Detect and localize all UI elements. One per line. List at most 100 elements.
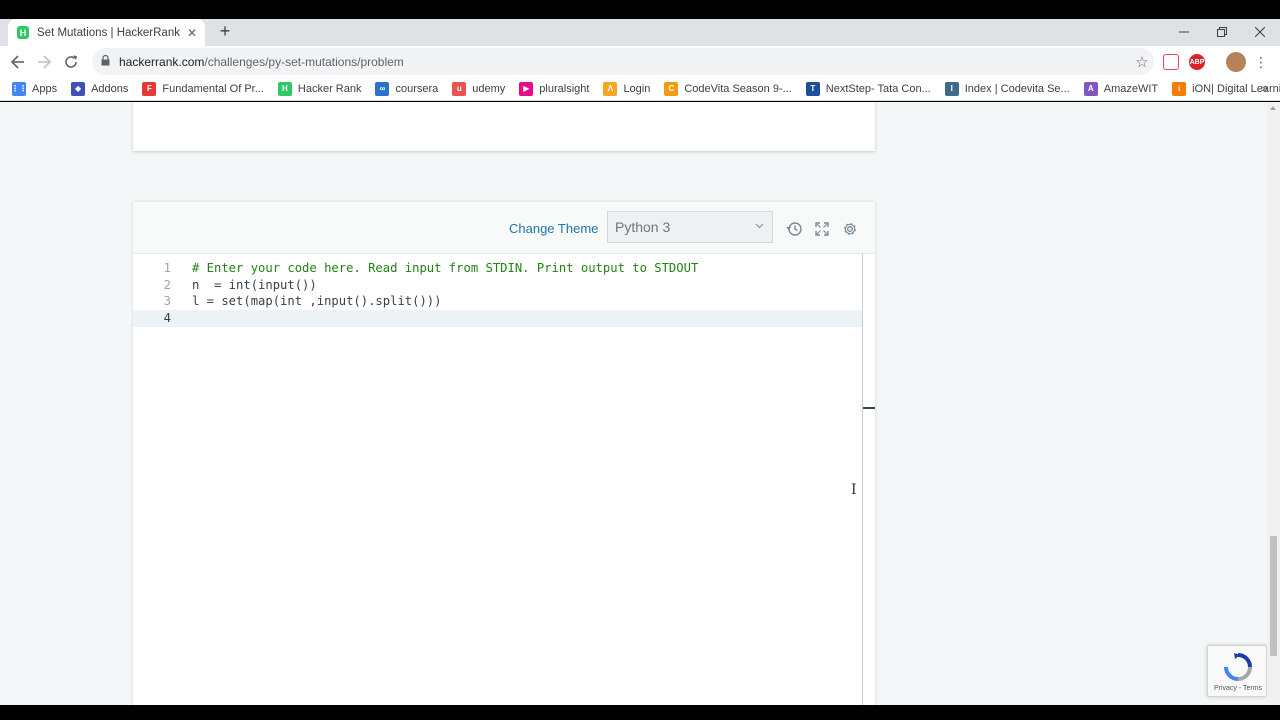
minimize-icon	[1179, 31, 1189, 33]
pluralsight-icon: ▶	[519, 81, 534, 96]
code-text: n = int(input())	[192, 277, 317, 292]
bookmark-addons[interactable]: ◆ Addons	[71, 81, 129, 96]
code-text: # Enter your code here. Read input from …	[192, 261, 699, 275]
bookmark-label: udemy	[472, 82, 506, 95]
login-icon: Λ	[603, 81, 618, 96]
tab-active[interactable]: H Set Mutations | HackerRank ✕	[8, 19, 205, 46]
tab-title: Set Mutations | HackerRank	[37, 26, 180, 39]
recaptcha-footer[interactable]: Privacy - Terms	[1208, 685, 1268, 692]
bookmark-codevita[interactable]: C CodeVita Season 9-...	[664, 81, 792, 96]
code-editor-panel: Change Theme Python 3 1 # Enter your code…	[133, 202, 875, 705]
bookmark-label: AmazeWIT	[1103, 82, 1159, 95]
coursera-icon: ∞	[375, 81, 390, 96]
hackerrank-favicon-icon: H	[17, 26, 29, 39]
lock-icon	[101, 54, 115, 69]
new-tab-button[interactable]: +	[216, 22, 234, 41]
profile-avatar[interactable]	[1226, 52, 1246, 72]
bookmarks-bar: ⋮⋮ Apps ◆ Addons F Fundamental Of Pr... H Hacke…	[0, 77, 1280, 101]
window-bottom-bar	[0, 705, 1280, 720]
bookmark-star-icon[interactable]: ☆	[1130, 53, 1154, 71]
line-number: 1	[163, 261, 171, 275]
arrow-right-icon	[38, 55, 51, 69]
forward-button[interactable]	[33, 51, 55, 73]
chevron-down-icon	[755, 221, 764, 231]
bookmark-label: Login	[623, 82, 651, 95]
editor-overview-marker	[863, 407, 875, 409]
ion-icon: i	[1172, 81, 1187, 96]
code-line[interactable]: 3 l = set(map(int ,input().split()))	[133, 293, 862, 310]
bookmark-hackerrank[interactable]: H Hacker Rank	[277, 81, 362, 96]
close-window-button[interactable]	[1242, 21, 1278, 43]
bookmark-label: NextStep- Tata Con...	[825, 82, 931, 95]
minimize-button[interactable]	[1166, 21, 1202, 43]
addons-icon: ◆	[71, 81, 86, 96]
fullscreen-icon[interactable]	[813, 220, 831, 238]
change-theme-link[interactable]: Change Theme	[509, 221, 598, 236]
line-number: 3	[163, 294, 171, 309]
line-number: 4	[163, 310, 171, 325]
code-line[interactable]: 4	[133, 309, 862, 327]
bookmark-label: Hacker Rank	[297, 82, 362, 95]
udemy-icon: u	[452, 81, 467, 96]
page-scrollbar[interactable]	[1267, 102, 1280, 705]
editor-vertical-ruler	[862, 254, 863, 705]
adblock-extension-icon[interactable]: ABP	[1189, 54, 1205, 70]
bookmark-pluralsight[interactable]: ▶ pluralsight	[519, 81, 590, 96]
more-bookmarks-icon[interactable]: »	[1261, 81, 1268, 95]
reload-icon	[65, 55, 77, 68]
restore-icon	[1217, 27, 1227, 37]
arrow-left-icon	[11, 55, 24, 69]
bookmark-label: Index | Codevita Se...	[964, 82, 1070, 95]
scrollbar-thumb[interactable]	[1270, 536, 1277, 656]
bookmark-label: pluralsight	[539, 82, 590, 95]
bookmark-label: CodeVita Season 9-...	[684, 82, 792, 95]
text-cursor-icon: I	[851, 482, 857, 498]
hackerrank-icon: H	[277, 81, 292, 96]
tata-icon: T	[805, 81, 820, 96]
close-icon	[1255, 27, 1265, 37]
code-text: l = set(map(int ,input().split()))	[192, 294, 442, 309]
editor-toolbar: Change Theme Python 3	[133, 202, 875, 254]
problem-card-bottom	[133, 102, 875, 151]
bookmark-apps-grid[interactable]: ⋮⋮ Apps	[11, 81, 58, 96]
line-number: 2	[163, 277, 171, 292]
bookmark-label: Apps	[32, 82, 58, 95]
bookmark-label: Fundamental Of Pr...	[162, 82, 264, 95]
bookmark-udemy[interactable]: u udemy	[452, 81, 506, 96]
amazewit-icon: A	[1083, 81, 1098, 96]
index-icon: I	[944, 81, 959, 96]
fundamental-icon: F	[142, 81, 157, 96]
restore-code-history-icon[interactable]	[785, 220, 803, 238]
recaptcha-logo-icon	[1224, 653, 1252, 681]
reload-button[interactable]	[60, 51, 82, 73]
editor-settings-gear-icon[interactable]	[841, 220, 859, 238]
bookmark-label: Addons	[91, 82, 129, 95]
code-line[interactable]: 2 n = int(input())	[133, 277, 862, 294]
tab-strip: H Set Mutations | HackerRank ✕ +	[0, 19, 1280, 46]
browser-menu-icon[interactable]: ⋮	[1254, 52, 1268, 72]
bookmark-tata[interactable]: T NextStep- Tata Con...	[805, 81, 931, 96]
codevita-icon: C	[664, 81, 679, 96]
tab-close-icon[interactable]: ✕	[183, 24, 201, 42]
page-content: Change Theme Python 3 1 # Enter your code…	[0, 102, 1280, 705]
url-text: hackerrank.com/challenges/py-set-mutatio…	[119, 55, 1130, 69]
code-line[interactable]: 1 # Enter your code here. Read input from…	[133, 260, 862, 277]
code-editor[interactable]: 1 # Enter your code here. Read input from…	[133, 254, 875, 705]
scroll-up-arrow-icon[interactable]	[1270, 106, 1276, 110]
back-button[interactable]	[7, 51, 29, 73]
bookmark-coursera[interactable]: ∞ coursera	[375, 81, 439, 96]
language-select-value: Python 3	[615, 219, 671, 235]
browser-toolbar: hackerrank.com/challenges/py-set-mutatio…	[0, 46, 1280, 77]
apps-grid-icon: ⋮⋮	[11, 81, 27, 96]
pocket-extension-icon[interactable]	[1163, 54, 1179, 70]
bookmark-label: coursera	[395, 82, 439, 95]
bookmark-amazewit[interactable]: A AmazeWIT	[1083, 81, 1159, 96]
address-bar[interactable]: hackerrank.com/challenges/py-set-mutatio…	[92, 48, 1154, 75]
restore-button[interactable]	[1204, 21, 1240, 43]
recaptcha-badge[interactable]: Privacy - Terms	[1207, 645, 1267, 697]
language-select[interactable]: Python 3	[607, 211, 773, 243]
bookmark-login[interactable]: Λ Login	[603, 81, 651, 96]
bookmark-fundamental[interactable]: F Fundamental Of Pr...	[142, 81, 264, 96]
url-path: /challenges/py-set-mutations/problem	[204, 54, 404, 69]
bookmark-index[interactable]: I Index | Codevita Se...	[944, 81, 1070, 96]
